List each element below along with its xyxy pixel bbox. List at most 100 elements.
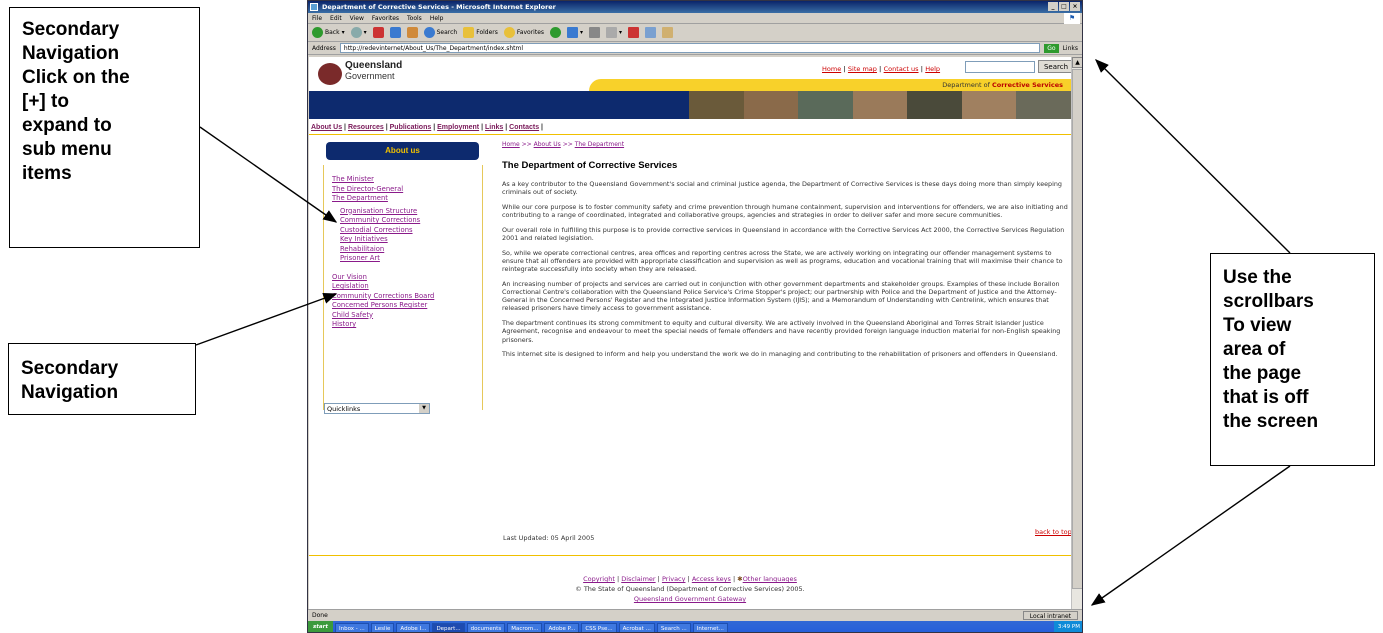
quicklinks-select[interactable]: Quicklinks ▼ [324, 403, 430, 414]
taskbar-item[interactable]: CSS Pse... [581, 622, 617, 632]
stop-icon [372, 27, 384, 38]
close-button[interactable]: × [1070, 2, 1080, 11]
back-to-top-link[interactable]: back to top ^ [1035, 528, 1071, 536]
footer-privacy-link[interactable]: Privacy [662, 575, 686, 583]
copy-icon [645, 27, 657, 38]
favorites-button[interactable]: Favorites [503, 27, 544, 38]
taskbar-item[interactable]: Acrobat ... [618, 622, 655, 632]
browser-toolbar: Back ▾ ▾ Search Folders Favorites ▾ ▾ [308, 24, 1082, 42]
subnav-prisoner-art[interactable]: Prisoner Art [332, 254, 482, 264]
subnav-director-general[interactable]: The Director-General [332, 185, 482, 195]
subnav-history[interactable]: History [332, 320, 482, 330]
taskbar-item[interactable]: Internet... [692, 622, 728, 632]
menu-file[interactable]: File [312, 13, 322, 23]
queensland-crest-icon[interactable] [318, 63, 342, 85]
quicklinks-value: Quicklinks [327, 405, 361, 413]
address-input[interactable]: http://redevinternet/About_Us/The_Depart… [339, 43, 1041, 53]
subnav-custodial-corrections[interactable]: Custodial Corrections [332, 226, 482, 236]
subnav-the-department[interactable]: The Department [332, 194, 482, 204]
address-label: Address [312, 44, 336, 52]
link-help[interactable]: Help [925, 65, 940, 73]
mail-button[interactable]: ▾ [567, 27, 583, 38]
nav-employment[interactable]: Employment [437, 124, 479, 131]
subnav-rehabilitaion[interactable]: Rehabilitaion [332, 245, 482, 255]
subnav-the-minister[interactable]: The Minister [332, 175, 482, 185]
footer-disclaimer-link[interactable]: Disclaimer [621, 575, 655, 583]
mail-icon [567, 27, 579, 38]
footer-gateway-link[interactable]: Queensland Government Gateway [634, 595, 746, 603]
nav-about-us[interactable]: About Us [311, 124, 342, 131]
breadcrumb-sep: >> [562, 141, 573, 148]
header-photo [961, 91, 1017, 119]
subnav-organisation-structure[interactable]: Organisation Structure [332, 207, 482, 217]
print-button[interactable] [589, 27, 601, 38]
breadcrumb-about-us[interactable]: About Us [534, 141, 561, 148]
chevron-down-icon[interactable]: ▼ [419, 404, 429, 413]
history-button[interactable] [550, 27, 562, 38]
nav-publications[interactable]: Publications [390, 124, 432, 131]
taskbar-item[interactable]: documents [466, 622, 506, 632]
forward-button[interactable]: ▾ [350, 27, 367, 38]
edit-icon [606, 27, 618, 38]
callout-line: the screen [1223, 411, 1319, 432]
cut-button[interactable] [628, 27, 640, 38]
nav-resources[interactable]: Resources [348, 124, 384, 131]
taskbar-item[interactable]: Leslie [370, 622, 395, 632]
scroll-up-icon[interactable]: ▲ [1072, 57, 1082, 68]
link-contact-us[interactable]: Contact us [884, 65, 919, 73]
menu-tools[interactable]: Tools [407, 13, 422, 23]
maximize-button[interactable]: □ [1059, 2, 1069, 11]
subnav-community-corrections[interactable]: Community Corrections [332, 216, 482, 226]
taskbar-item[interactable]: Macrom... [507, 622, 543, 632]
breadcrumb-home[interactable]: Home [502, 141, 520, 148]
scrollbar-thumb[interactable] [1072, 69, 1082, 589]
subnav-legislation[interactable]: Legislation [332, 282, 482, 292]
subnav-concerned-persons-register[interactable]: Concerned Persons Register [332, 301, 482, 311]
start-button[interactable]: start [308, 621, 333, 632]
taskbar-item[interactable]: Search ... [656, 622, 691, 632]
subnav-child-safety[interactable]: Child Safety [332, 311, 482, 321]
body-paragraph: As a key contributor to the Queensland G… [502, 180, 1062, 197]
menu-favorites[interactable]: Favorites [372, 13, 399, 23]
vertical-scrollbar[interactable]: ▲ [1071, 57, 1082, 609]
copy-button[interactable] [645, 27, 657, 38]
footer-access-keys-link[interactable]: Access keys [692, 575, 731, 583]
back-button[interactable]: Back ▾ [312, 27, 345, 38]
site-search-input[interactable] [965, 61, 1035, 73]
taskbar-item[interactable]: Inbox - ... [334, 622, 369, 632]
footer-copyright-link[interactable]: Copyright [583, 575, 615, 583]
refresh-button[interactable] [389, 27, 401, 38]
breadcrumb-the-department[interactable]: The Department [575, 141, 624, 148]
window-title: Department of Corrective Services - Micr… [322, 3, 556, 11]
menu-edit[interactable]: Edit [330, 13, 342, 23]
footer-other-languages-link[interactable]: Other languages [743, 575, 797, 583]
status-bar: Done Local intranet [308, 609, 1082, 620]
paste-button[interactable] [662, 27, 674, 38]
nav-links[interactable]: Links [485, 124, 503, 131]
link-site-map[interactable]: Site map [848, 65, 877, 73]
search-button[interactable]: Search [423, 27, 458, 38]
go-button[interactable]: Go [1044, 43, 1059, 53]
subnav-key-initiatives[interactable]: Key Initiatives [332, 235, 482, 245]
link-home[interactable]: Home [822, 65, 841, 73]
search-label: Search [436, 29, 458, 36]
home-button[interactable] [406, 27, 418, 38]
stop-button[interactable] [372, 27, 384, 38]
nav-contacts[interactable]: Contacts [509, 124, 539, 131]
body-paragraph: This internet site is designed to inform… [502, 350, 1058, 359]
minimize-button[interactable]: _ [1048, 2, 1058, 11]
links-toolbar[interactable]: Links [1063, 45, 1078, 52]
site-search-button[interactable]: Search [1038, 60, 1071, 73]
menu-help[interactable]: Help [430, 13, 444, 23]
cut-icon [628, 27, 640, 38]
taskbar-item[interactable]: Adobe I... [396, 622, 431, 632]
edit-button[interactable]: ▾ [606, 27, 622, 38]
subnav-our-vision[interactable]: Our Vision [332, 273, 482, 283]
taskbar-item[interactable]: Adobe P... [544, 622, 580, 632]
folders-button[interactable]: Folders [463, 27, 498, 38]
menu-view[interactable]: View [350, 13, 364, 23]
taskbar-item-active[interactable]: Depart... [432, 622, 465, 632]
page-viewport[interactable]: Queensland Government Home | Site map | … [309, 57, 1071, 609]
header-photo [743, 91, 799, 119]
subnav-community-corrections-board[interactable]: Community Corrections Board [332, 292, 482, 302]
